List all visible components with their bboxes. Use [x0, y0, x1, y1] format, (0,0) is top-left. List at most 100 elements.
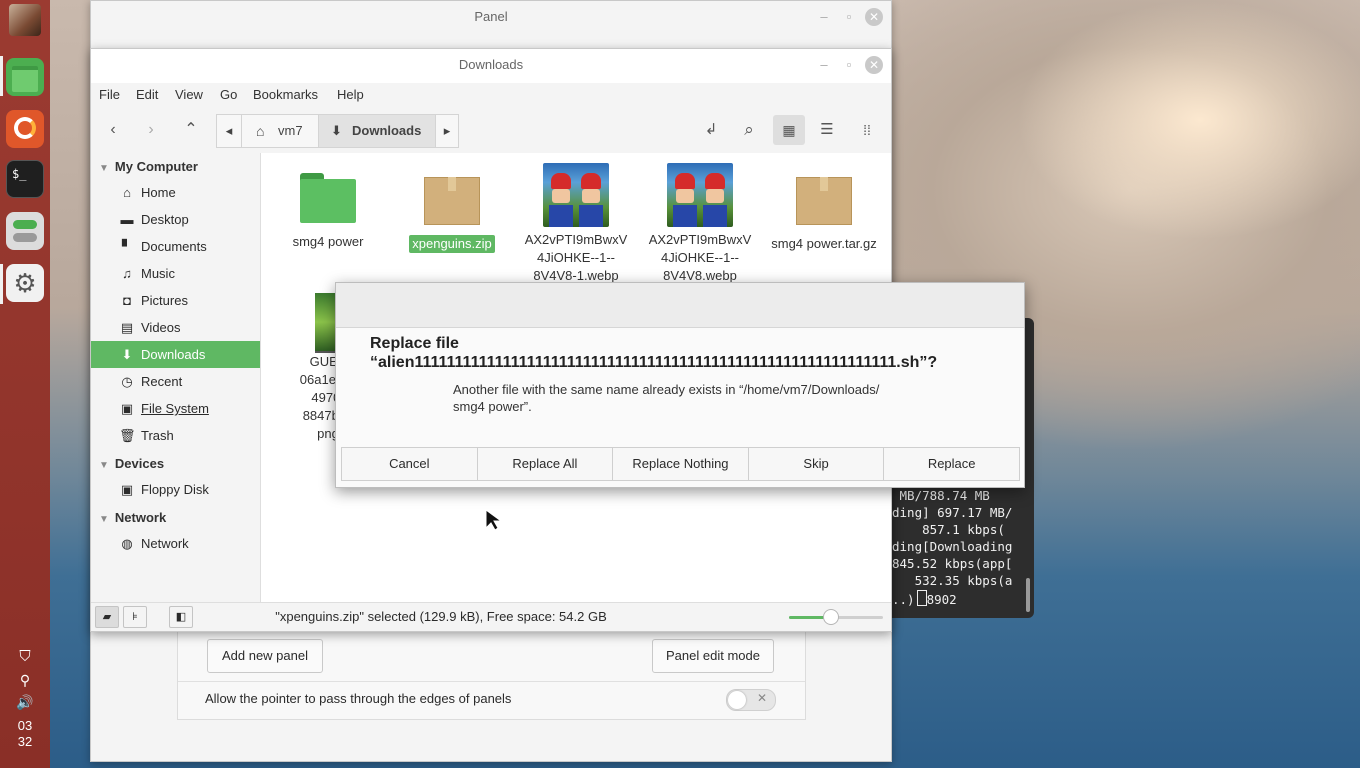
- pointer-option-toggle[interactable]: ✕: [726, 689, 776, 711]
- clock-minute[interactable]: 32: [0, 734, 50, 749]
- sidebar-item-music[interactable]: ♫ Music: [91, 260, 260, 287]
- minimize-icon[interactable]: –: [815, 56, 833, 74]
- video-icon: ▤: [120, 320, 134, 335]
- settings-toggle-app-icon[interactable]: [6, 212, 44, 250]
- replace-file-dialog: Replace file “alien111111111111111111111…: [335, 282, 1025, 488]
- terminal-line: ..) 8902: [892, 590, 957, 607]
- menu-go[interactable]: Go: [220, 87, 237, 102]
- gear-icon[interactable]: ⚙: [6, 264, 44, 302]
- sidebar-item-home[interactable]: ⌂ Home: [91, 179, 260, 206]
- list-view-icon[interactable]: ☰: [811, 115, 843, 145]
- terminal-line: 845.52 kbps(app[: [892, 556, 1013, 571]
- sidebar-item-pictures[interactable]: ◘ Pictures: [91, 287, 260, 314]
- download-icon: ⬇: [331, 123, 342, 138]
- sidebar-item-network[interactable]: ◍ Network: [91, 530, 260, 557]
- file-item[interactable]: AX2vPTI9mBwxV 4JiOHKE--1-- 8V4V8.webp: [640, 163, 760, 285]
- sidebar-item-file-system[interactable]: ▣ File System: [91, 395, 260, 422]
- files-app-icon[interactable]: [6, 58, 44, 96]
- close-icon[interactable]: ✕: [865, 56, 883, 74]
- dialog-message: Another file with the same name already …: [453, 382, 880, 414]
- dock: $_ ⚙ ⛉ ⚲ 🔊 03 32: [0, 0, 50, 768]
- sidebar-hide-icon[interactable]: ◧: [169, 606, 193, 628]
- places-toggle-icon[interactable]: ▰: [95, 606, 119, 628]
- network-icon[interactable]: ⚲: [0, 672, 50, 689]
- close-icon[interactable]: ✕: [865, 8, 883, 26]
- globe-icon: ◍: [121, 536, 133, 551]
- menu-bookmarks[interactable]: Bookmarks: [253, 87, 318, 102]
- forward-icon[interactable]: ›: [135, 115, 167, 145]
- menu-file[interactable]: File: [99, 87, 120, 102]
- file-item[interactable]: smg4 power.tar.gz: [764, 173, 884, 253]
- active-indicator: [0, 264, 3, 304]
- file-item[interactable]: smg4 power: [268, 173, 388, 251]
- terminal-line: 532.35 kbps(a: [892, 573, 1013, 588]
- terminal-line: MB/788.74 MB: [892, 488, 990, 503]
- maximize-icon[interactable]: ▫: [840, 8, 858, 26]
- terminal-cursor: [916, 590, 927, 606]
- dialog-button-row: Cancel Replace All Replace Nothing Skip …: [341, 447, 1020, 481]
- user-avatar-icon[interactable]: [9, 4, 41, 36]
- terminal-scrollbar[interactable]: [1026, 578, 1030, 612]
- clock-hour[interactable]: 03: [0, 718, 50, 733]
- sidebar-item-floppy-disk[interactable]: ▣ Floppy Disk: [91, 476, 260, 503]
- replace-all-button[interactable]: Replace All: [478, 448, 614, 480]
- archive-icon: [424, 173, 480, 225]
- breadcrumb-item-downloads[interactable]: ⬇ Downloads: [318, 114, 436, 148]
- toggle-location-icon[interactable]: ↲: [695, 115, 727, 145]
- minimize-icon[interactable]: –: [815, 8, 833, 26]
- back-icon[interactable]: ‹: [97, 115, 129, 145]
- sidebar-item-videos[interactable]: ▤ Videos: [91, 314, 260, 341]
- menu-view[interactable]: View: [175, 87, 203, 102]
- volume-icon[interactable]: 🔊: [0, 694, 50, 711]
- sidebar-item-desktop[interactable]: ▬ Desktop: [91, 206, 260, 233]
- window-title: Panel: [474, 9, 508, 24]
- pointer-option-label: Allow the pointer to pass through the ed…: [205, 691, 512, 706]
- menu-bar: File Edit View Go Bookmarks Help: [91, 83, 891, 107]
- maximize-icon[interactable]: ▫: [840, 56, 858, 74]
- menu-edit[interactable]: Edit: [136, 87, 158, 102]
- panel-options-box: Add new panel Panel edit mode Allow the …: [177, 624, 806, 720]
- image-thumbnail-icon: [543, 163, 609, 227]
- sidebar-item-downloads[interactable]: ⬇ Downloads: [91, 341, 260, 368]
- music-icon: ♫: [122, 266, 132, 281]
- shield-icon[interactable]: ⛉: [0, 648, 50, 665]
- replace-nothing-button[interactable]: Replace Nothing: [613, 448, 749, 480]
- home-icon: ⌂: [123, 185, 131, 200]
- drive-icon: ▣: [120, 401, 134, 416]
- sidebar-item-documents[interactable]: ▘ Documents: [91, 233, 260, 260]
- sidebar-section-network[interactable]: ▼ Network: [99, 510, 166, 525]
- status-bar: ▰ ⊧ ◧ "xpenguins.zip" selected (129.9 kB…: [91, 602, 891, 631]
- skip-button[interactable]: Skip: [749, 448, 885, 480]
- tree-toggle-icon[interactable]: ⊧: [123, 606, 147, 628]
- cancel-button[interactable]: Cancel: [342, 448, 478, 480]
- search-icon[interactable]: ⌕: [733, 115, 765, 145]
- sidebar-section-devices[interactable]: ▼ Devices: [99, 456, 164, 471]
- mouse-pointer-icon: [485, 509, 503, 531]
- file-item[interactable]: AX2vPTI9mBwxV 4JiOHKE--1-- 8V4V8-1.webp: [516, 163, 636, 285]
- places-sidebar: ▼ My Computer ⌂ Home ▬ Desktop ▘ Documents ♫…: [91, 153, 261, 602]
- sidebar-item-recent[interactable]: ◷ Recent: [91, 368, 260, 395]
- panel-edit-mode-button[interactable]: Panel edit mode: [652, 639, 774, 673]
- file-item-selected[interactable]: xpenguins.zip: [392, 173, 512, 253]
- replace-button[interactable]: Replace: [884, 448, 1019, 480]
- up-icon[interactable]: ⌃: [175, 115, 207, 145]
- terminal-app-icon[interactable]: $_: [6, 160, 44, 198]
- active-indicator: [0, 56, 3, 96]
- menu-help[interactable]: Help: [337, 87, 364, 102]
- icon-view-icon[interactable]: ▦: [773, 115, 805, 145]
- breadcrumb-item-vm7[interactable]: ⌂ vm7: [241, 114, 319, 148]
- sidebar-section-my-computer[interactable]: ▼ My Computer: [99, 159, 198, 174]
- add-panel-button[interactable]: Add new panel: [207, 639, 323, 673]
- status-text: "xpenguins.zip" selected (129.9 kB), Fre…: [275, 609, 607, 624]
- clock-icon: ◷: [121, 374, 133, 389]
- breadcrumb-left-arrow-icon[interactable]: ◂: [216, 114, 242, 148]
- breadcrumb-right-arrow-icon[interactable]: ▸: [435, 114, 459, 148]
- compact-view-icon[interactable]: ⁞⁞: [851, 115, 883, 145]
- zoom-slider[interactable]: [789, 609, 883, 625]
- dialog-header: [336, 283, 1024, 328]
- terminal-line: ding] 697.17 MB/: [892, 505, 1013, 520]
- window-title: Downloads: [458, 57, 524, 72]
- folder-icon: [300, 173, 356, 223]
- sidebar-item-trash[interactable]: 🗑 Trash: [91, 422, 260, 449]
- firefox-icon[interactable]: [6, 110, 44, 148]
